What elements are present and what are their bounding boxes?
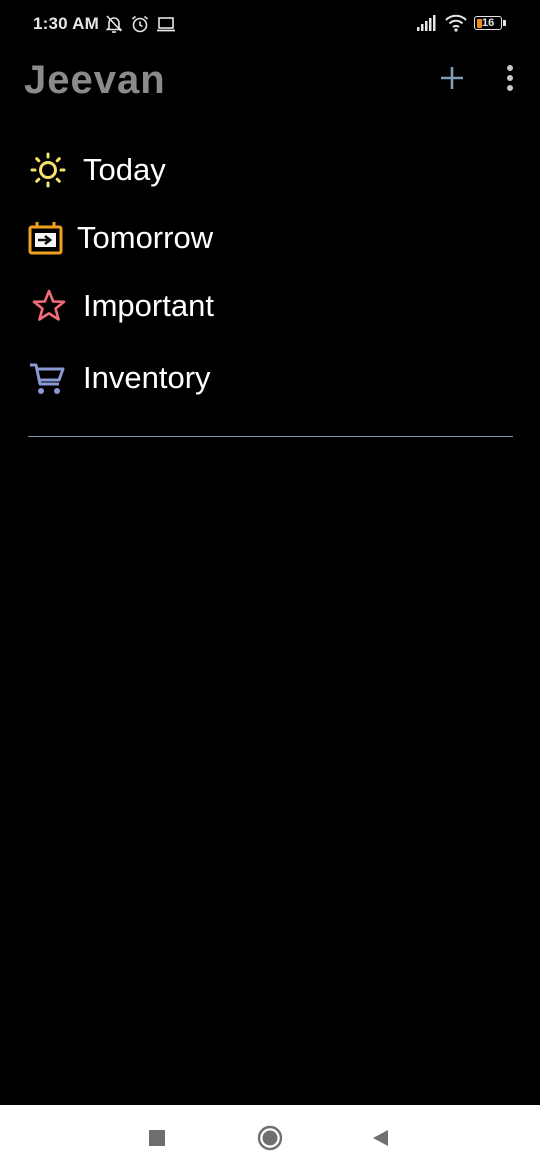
alarm-icon bbox=[131, 15, 149, 33]
home-circle-icon[interactable] bbox=[257, 1125, 283, 1151]
menu-item-label: Important bbox=[83, 288, 214, 323]
status-bar: 1:30 AM 16 bbox=[0, 0, 540, 48]
menu-item-label: Tomorrow bbox=[77, 220, 214, 255]
divider bbox=[28, 436, 513, 437]
menu-item-label: Today bbox=[83, 152, 166, 187]
menu-item-today[interactable]: Today bbox=[0, 142, 540, 202]
menu-item-inventory[interactable]: Inventory bbox=[0, 350, 540, 410]
add-icon[interactable] bbox=[436, 62, 468, 94]
app-bar: Jeevan bbox=[0, 48, 540, 118]
more-vert-icon[interactable] bbox=[496, 62, 524, 96]
star-icon bbox=[32, 289, 66, 321]
wifi-icon bbox=[445, 14, 467, 32]
signal-icon bbox=[417, 15, 436, 31]
battery-icon: 16 bbox=[474, 16, 506, 32]
menu-item-important[interactable]: Important bbox=[0, 278, 540, 338]
system-nav-bar bbox=[0, 1105, 540, 1170]
battery-level: 16 bbox=[482, 17, 495, 29]
menu-item-tomorrow[interactable]: Tomorrow bbox=[0, 210, 540, 270]
cart-icon bbox=[30, 363, 65, 394]
cast-icon bbox=[157, 17, 175, 32]
menu-item-label: Inventory bbox=[83, 360, 211, 395]
status-time: 1:30 AM bbox=[33, 14, 99, 33]
mute-notifications-icon bbox=[105, 15, 123, 33]
calendar-arrow-icon bbox=[28, 222, 63, 255]
app-title: Jeevan bbox=[24, 58, 166, 102]
recents-square-icon[interactable] bbox=[148, 1129, 166, 1147]
back-triangle-icon[interactable] bbox=[370, 1128, 390, 1148]
sun-icon bbox=[30, 152, 66, 188]
